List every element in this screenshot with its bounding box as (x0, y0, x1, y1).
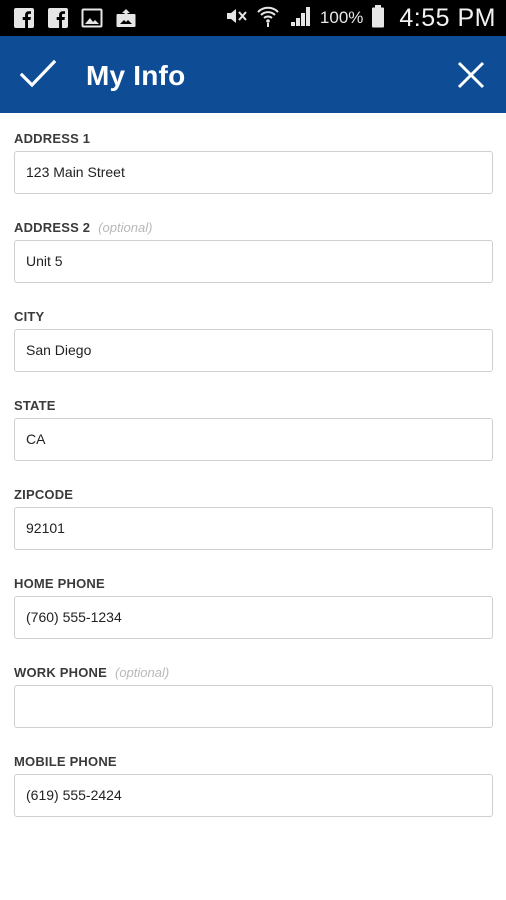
cell-signal-icon (288, 4, 312, 33)
photo-upload-icon (114, 6, 138, 30)
wifi-icon (256, 4, 280, 33)
city-label: CITY (14, 309, 45, 324)
app-bar: My Info (0, 36, 506, 113)
mobile-phone-field-group: MOBILE PHONE (619) 555-2424 (14, 754, 493, 817)
work-phone-optional-hint: (optional) (115, 665, 170, 680)
gallery-icon (80, 6, 104, 30)
status-indicators: 100% 4:55 PM (224, 4, 496, 32)
mute-icon (224, 4, 248, 33)
zipcode-field-group: ZIPCODE 92101 (14, 487, 493, 550)
mobile-phone-input[interactable]: (619) 555-2424 (14, 774, 493, 817)
battery-icon (371, 4, 385, 33)
address2-field-group: ADDRESS 2 (optional) Unit 5 (14, 220, 493, 283)
battery-percent: 100% (319, 8, 364, 27)
work-phone-input[interactable] (14, 685, 493, 728)
facebook-icon (12, 6, 36, 30)
facebook-icon (46, 6, 70, 30)
address1-label: ADDRESS 1 (14, 131, 91, 146)
state-label: STATE (14, 398, 56, 413)
home-phone-field-group: HOME PHONE (760) 555-1234 (14, 576, 493, 639)
work-phone-label: WORK PHONE (optional) (14, 665, 170, 680)
page-title: My Info (86, 60, 186, 91)
city-input[interactable]: San Diego (14, 329, 493, 372)
state-field-group: STATE CA (14, 398, 493, 461)
address2-optional-hint: (optional) (98, 220, 153, 235)
notification-icons (12, 6, 138, 30)
confirm-button[interactable] (18, 56, 58, 92)
status-bar: 100% 4:55 PM (0, 0, 506, 36)
home-phone-label: HOME PHONE (14, 576, 105, 591)
state-input[interactable]: CA (14, 418, 493, 461)
address1-input[interactable]: 123 Main Street (14, 151, 493, 194)
mobile-phone-label: MOBILE PHONE (14, 754, 117, 769)
checkmark-icon (19, 59, 57, 88)
address2-input[interactable]: Unit 5 (14, 240, 493, 283)
home-phone-input[interactable]: (760) 555-1234 (14, 596, 493, 639)
city-field-group: CITY San Diego (14, 309, 493, 372)
close-button[interactable] (456, 60, 486, 90)
clock: 4:55 PM (399, 3, 496, 32)
close-icon (457, 61, 485, 89)
zipcode-label: ZIPCODE (14, 487, 74, 502)
zipcode-input[interactable]: 92101 (14, 507, 493, 550)
work-phone-field-group: WORK PHONE (optional) (14, 665, 493, 728)
address2-label: ADDRESS 2 (optional) (14, 220, 153, 235)
address1-field-group: ADDRESS 1 123 Main Street (14, 131, 493, 194)
